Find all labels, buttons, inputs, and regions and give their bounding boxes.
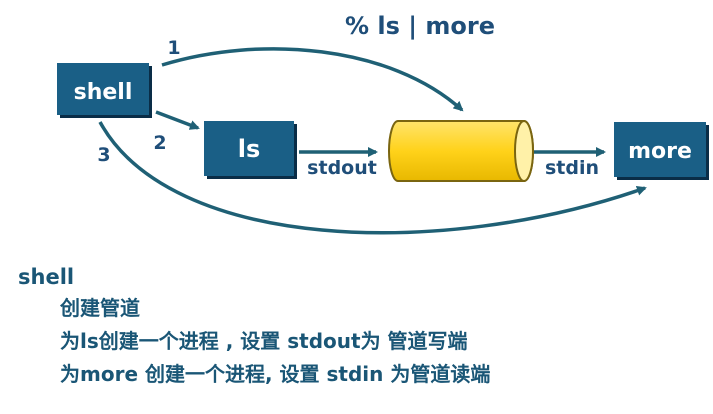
pipe-diagram: % ls | more 1 2 3 shell ls stdout stdin … — [57, 12, 709, 235]
description-heading: shell — [18, 265, 75, 289]
stdin-label: stdin — [545, 157, 599, 179]
description-block: shell 创建管道 为ls创建一个进程 , 设置 stdout为 管道写端 为… — [18, 262, 490, 391]
shell-box-label: shell — [74, 80, 133, 105]
ls-box-label: ls — [238, 135, 261, 163]
pipe-cylinder — [388, 120, 534, 182]
arrow-label-2: 2 — [153, 132, 166, 154]
arrow-label-3: 3 — [97, 144, 110, 166]
more-box: more — [614, 122, 709, 180]
command-title: % ls | more — [345, 12, 495, 40]
description-line: 为ls创建一个进程 , 设置 stdout为 管道写端 — [60, 329, 468, 353]
arrow-2 — [155, 110, 200, 130]
description-line: 创建管道 — [60, 296, 140, 320]
more-box-label: more — [628, 139, 692, 164]
shell-box: shell — [57, 63, 152, 118]
ls-box: ls — [204, 121, 297, 179]
arrow-label-1: 1 — [167, 37, 180, 59]
description-line: 为more 创建一个进程, 设置 stdin 为管道读端 — [60, 362, 491, 386]
stdout-label: stdout — [307, 157, 377, 179]
arrow-1 — [161, 47, 464, 112]
